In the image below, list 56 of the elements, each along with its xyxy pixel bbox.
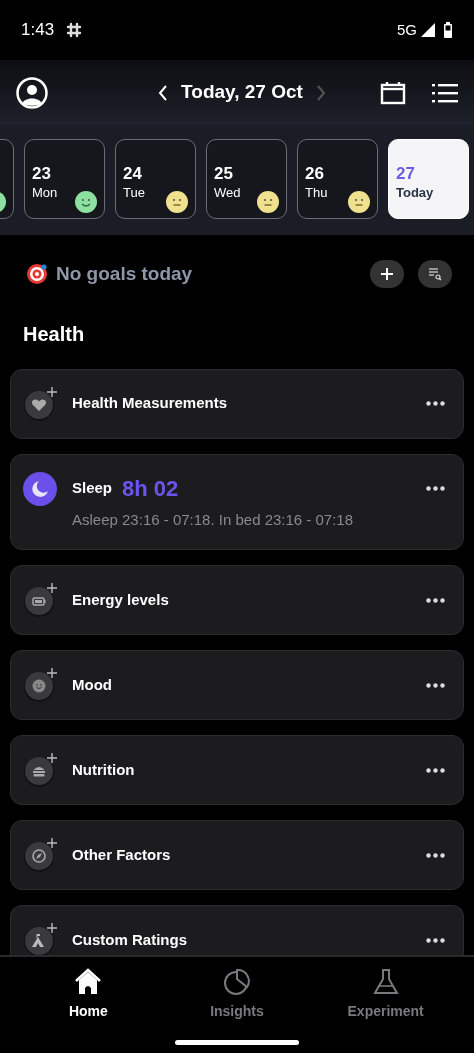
health-card[interactable]: Energy levels	[10, 565, 464, 635]
sleep-detail: Asleep 23:16 - 07:18. In bed 23:16 - 07:18	[72, 509, 355, 530]
plus-icon	[380, 267, 394, 282]
goals-text: No goals today	[56, 262, 193, 286]
day-card[interactable]: 26 Thu	[297, 139, 378, 219]
item-title: Custom Ratings	[72, 929, 187, 950]
nav-tab[interactable]: Insights	[182, 967, 292, 1022]
more-icon	[425, 401, 445, 406]
day-card[interactable]: 27 Today	[388, 139, 469, 219]
add-entry-icon	[23, 667, 59, 703]
health-card[interactable]: Mood	[10, 650, 464, 720]
nav-tab[interactable]: Experiment	[330, 967, 441, 1022]
add-entry-icon	[23, 582, 59, 618]
profile-button[interactable]	[16, 76, 48, 109]
item-title: Mood	[72, 674, 112, 695]
list-button[interactable]	[432, 81, 458, 104]
add-entry-icon	[23, 837, 59, 873]
sleep-duration: 8h 02	[122, 475, 179, 503]
health-card[interactable]: Sleep 8h 02 Asleep 23:16 - 07:18. In bed 23:16 - 07:18	[10, 453, 464, 550]
previous-day-button[interactable]	[157, 83, 170, 102]
section-title: Health	[22, 321, 86, 347]
network-label: 5G	[397, 19, 417, 40]
filter-search-button[interactable]	[418, 260, 452, 289]
item-title: Other Factors	[72, 844, 171, 865]
add-entry-icon	[23, 385, 59, 422]
next-day-button[interactable]	[314, 83, 327, 102]
date-title: Today, 27 Oct	[181, 80, 303, 105]
target-icon	[26, 263, 48, 286]
signal-icon	[421, 23, 435, 37]
moon-icon	[23, 471, 57, 506]
notification-icon	[66, 22, 83, 38]
add-button[interactable]	[370, 260, 404, 289]
status-time: 1:43	[21, 19, 55, 42]
calendar-button[interactable]	[380, 79, 406, 106]
item-title: Nutrition	[72, 759, 135, 780]
nav-tab[interactable]: Home	[33, 967, 144, 1022]
day-card[interactable]: 23 Mon	[24, 139, 105, 219]
more-icon	[425, 852, 445, 858]
pie-chart-icon	[222, 967, 252, 997]
day-card[interactable]: 25 Wed	[206, 139, 287, 219]
item-title: Health Measurements	[72, 393, 228, 414]
item-title: Sleep	[72, 478, 113, 499]
health-card[interactable]: Nutrition	[10, 735, 464, 805]
more-icon	[425, 682, 445, 688]
item-title: Energy levels	[72, 589, 169, 610]
health-card[interactable]: Other Factors	[10, 820, 464, 890]
more-icon	[425, 767, 445, 773]
filter-search-icon	[428, 267, 442, 282]
more-icon	[425, 486, 445, 491]
add-entry-icon	[23, 752, 59, 788]
more-icon	[425, 597, 445, 603]
health-card[interactable]: Health Measurements	[10, 368, 464, 439]
more-icon	[425, 937, 445, 943]
health-card[interactable]: Custom Ratings	[10, 905, 464, 955]
battery-icon	[443, 22, 453, 38]
day-card[interactable]: 24 Tue	[115, 139, 196, 219]
